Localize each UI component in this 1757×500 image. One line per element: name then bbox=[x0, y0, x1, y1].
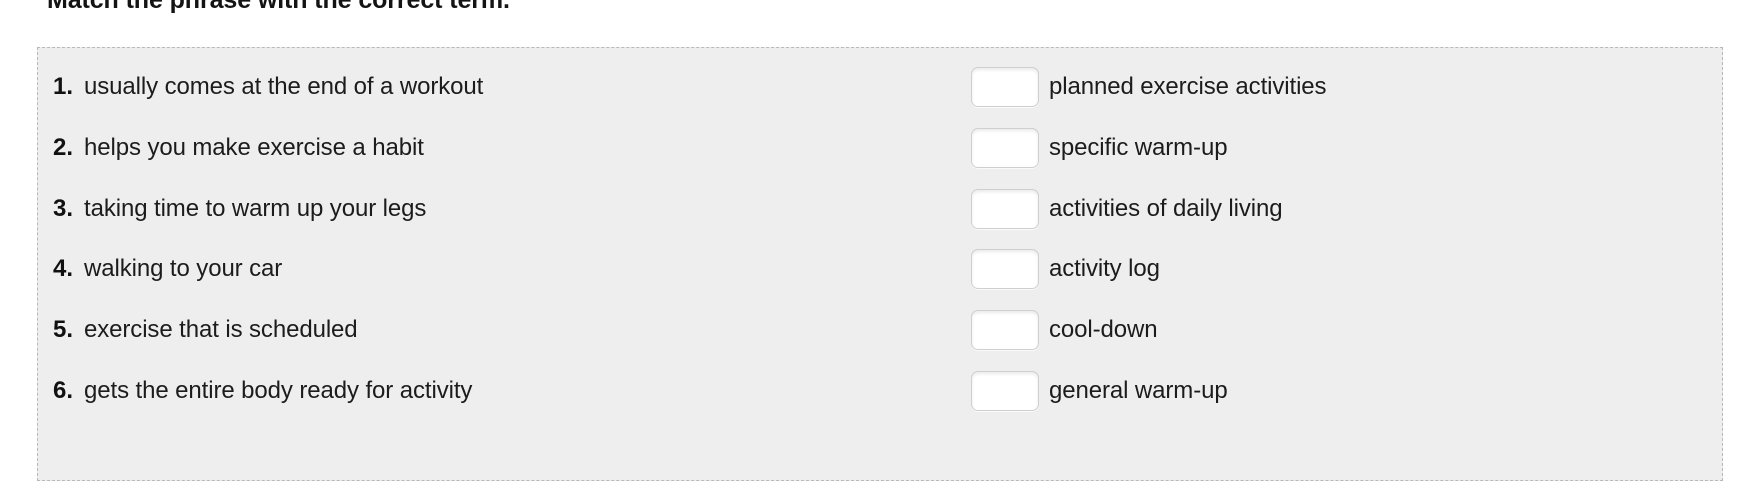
answer-blank-5[interactable] bbox=[971, 309, 1039, 350]
table-row: 6. gets the entire body ready for activi… bbox=[38, 360, 1722, 421]
term-item-3: activities of daily living bbox=[971, 178, 1283, 239]
table-row: 2. helps you make exercise a habit speci… bbox=[38, 117, 1722, 178]
term-item-4: activity log bbox=[971, 238, 1160, 299]
answer-blank-1[interactable] bbox=[971, 66, 1039, 107]
phrase-text: gets the entire body ready for activity bbox=[84, 376, 473, 404]
term-item-6: general warm-up bbox=[971, 360, 1228, 421]
phrase-text: taking time to warm up your legs bbox=[84, 194, 427, 222]
phrase-item-6: 6. gets the entire body ready for activi… bbox=[38, 360, 472, 421]
matching-rows: 1. usually comes at the end of a workout… bbox=[38, 48, 1722, 480]
table-row: 3. taking time to warm up your legs acti… bbox=[38, 178, 1722, 239]
term-label: planned exercise activities bbox=[1049, 72, 1327, 100]
table-row: 4. walking to your car activity log bbox=[38, 238, 1722, 299]
phrase-number: 6. bbox=[53, 376, 74, 404]
phrase-item-3: 3. taking time to warm up your legs bbox=[38, 178, 426, 239]
phrase-text: walking to your car bbox=[84, 254, 283, 282]
phrase-text: usually comes at the end of a workout bbox=[84, 72, 484, 100]
worksheet-page: Match the phrase with the correct term. … bbox=[0, 0, 1757, 500]
term-label: general warm-up bbox=[1049, 376, 1228, 404]
phrase-text: exercise that is scheduled bbox=[84, 315, 358, 343]
phrase-number: 1. bbox=[53, 72, 74, 100]
term-item-1: planned exercise activities bbox=[971, 56, 1327, 117]
phrase-item-2: 2. helps you make exercise a habit bbox=[38, 117, 424, 178]
phrase-item-4: 4. walking to your car bbox=[38, 238, 282, 299]
phrase-number: 5. bbox=[53, 315, 74, 343]
term-item-2: specific warm-up bbox=[971, 117, 1228, 178]
answer-blank-4[interactable] bbox=[971, 248, 1039, 289]
table-row: 5. exercise that is scheduled cool-down bbox=[38, 299, 1722, 360]
phrase-text: helps you make exercise a habit bbox=[84, 133, 424, 161]
table-row: 1. usually comes at the end of a workout… bbox=[38, 56, 1722, 117]
phrase-item-5: 5. exercise that is scheduled bbox=[38, 299, 358, 360]
term-item-5: cool-down bbox=[971, 299, 1158, 360]
phrase-item-1: 1. usually comes at the end of a workout bbox=[38, 56, 483, 117]
term-label: specific warm-up bbox=[1049, 133, 1228, 161]
phrase-number: 4. bbox=[53, 254, 74, 282]
page-title: Match the phrase with the correct term. bbox=[47, 0, 510, 14]
term-label: activity log bbox=[1049, 254, 1160, 282]
term-label: activities of daily living bbox=[1049, 194, 1283, 222]
answer-blank-3[interactable] bbox=[971, 188, 1039, 229]
answer-blank-2[interactable] bbox=[971, 127, 1039, 168]
term-label: cool-down bbox=[1049, 315, 1158, 343]
phrase-number: 2. bbox=[53, 133, 74, 161]
answer-blank-6[interactable] bbox=[971, 370, 1039, 411]
phrase-number: 3. bbox=[53, 194, 74, 222]
matching-exercise-panel: 1. usually comes at the end of a workout… bbox=[37, 47, 1723, 481]
